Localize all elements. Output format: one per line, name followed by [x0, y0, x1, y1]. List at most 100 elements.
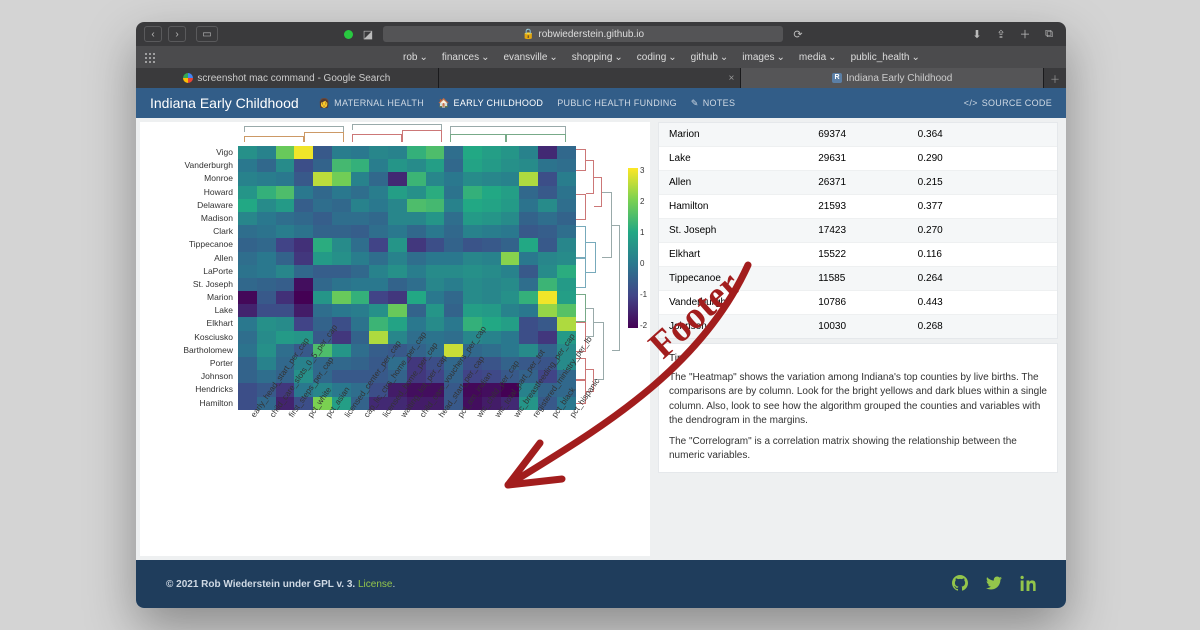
tip-paragraph: The "Heatmap" shows the variation among …	[669, 371, 1047, 429]
site-footer: © 2021 Rob Wiederstein under GPL v. 3. L…	[136, 560, 1066, 608]
share-icon[interactable]: ⇪	[992, 26, 1010, 42]
bookmark-item[interactable]: images ⌄	[742, 52, 785, 63]
heatmap-chart: VigoVanderburghMonroeHowardDelawareMadis…	[140, 122, 650, 556]
bookmark-item[interactable]: shopping ⌄	[572, 52, 623, 63]
dendrogram-right	[576, 146, 622, 410]
table-cell: 0.364	[918, 129, 1047, 140]
table-cell: 0.443	[918, 297, 1047, 308]
chevron-down-icon: ⌄	[777, 52, 785, 63]
nav-early-childhood[interactable]: 🏠EARLY CHILDHOOD	[438, 98, 543, 109]
window-maximize-button[interactable]	[344, 30, 353, 39]
table-cell: Marion	[669, 129, 818, 140]
table-cell: 15522	[818, 249, 917, 260]
github-icon[interactable]	[952, 575, 968, 594]
home-icon: 🏠	[438, 98, 450, 109]
chevron-down-icon: ⌄	[614, 52, 622, 63]
browser-tab[interactable]: ×	[439, 68, 742, 88]
table-cell: Elkhart	[669, 249, 818, 260]
table-row: Lake296310.290	[659, 146, 1057, 170]
license-link[interactable]: License	[358, 579, 392, 590]
favicon-google-icon	[183, 73, 193, 83]
heatmap-y-labels: VigoVanderburghMonroeHowardDelawareMadis…	[140, 146, 236, 410]
bookmark-item[interactable]: evansville ⌄	[503, 52, 557, 63]
chevron-down-icon: ⌄	[912, 52, 920, 63]
pencil-icon: ✎	[691, 98, 699, 109]
nav-public-health-funding[interactable]: PUBLIC HEALTH FUNDING	[557, 98, 677, 108]
chevron-down-icon: ⌄	[720, 52, 728, 63]
tip-box: Tip The "Heatmap" shows the variation am…	[658, 343, 1058, 473]
chevron-down-icon: ⌄	[828, 52, 836, 63]
lock-icon: 🔒	[522, 29, 534, 40]
colorbar-ticks: 3210-1-2	[640, 166, 647, 330]
nav-maternal-health[interactable]: 👩MATERNAL HEALTH	[319, 98, 424, 109]
table-cell: 0.268	[918, 321, 1047, 332]
tab-label: screenshot mac command - Google Search	[197, 73, 390, 84]
table-cell: 10786	[818, 297, 917, 308]
bookmark-item[interactable]: public_health ⌄	[851, 52, 920, 63]
chevron-down-icon: ⌄	[419, 52, 427, 63]
source-code-link[interactable]: </>SOURCE CODE	[964, 98, 1052, 108]
twitter-icon[interactable]	[986, 575, 1002, 594]
person-icon: 👩	[319, 98, 331, 109]
table-row: Marion693740.364	[659, 123, 1057, 146]
tip-paragraph: The "Correlogram" is a correlation matri…	[669, 435, 1047, 464]
table-cell: 69374	[818, 129, 917, 140]
url-host: robwiederstein.github.io	[538, 29, 644, 40]
code-icon: </>	[964, 98, 978, 108]
table-row: Vanderburgh107860.443	[659, 290, 1057, 314]
table-row: Johnson100300.268	[659, 314, 1057, 338]
table-cell: 0.264	[918, 273, 1047, 284]
bookmark-item[interactable]: finances ⌄	[442, 52, 490, 63]
table-cell: 0.270	[918, 225, 1047, 236]
privacy-shield-icon[interactable]: ◪	[359, 26, 377, 42]
colorbar	[628, 168, 638, 328]
browser-toolbar: ‹ › ▭ ◪ 🔒 robwiederstein.github.io ⟳ ⬇ ⇪…	[136, 22, 1066, 46]
nav-forward-button[interactable]: ›	[168, 26, 186, 42]
county-data-table: Marion693740.364Lake296310.290Allen26371…	[658, 122, 1058, 339]
table-cell: 0.290	[918, 153, 1047, 164]
table-cell: 21593	[818, 201, 917, 212]
table-cell: Tippecanoe	[669, 273, 818, 284]
reload-button[interactable]: ⟳	[789, 26, 807, 42]
new-tab-button[interactable]: ＋	[1044, 68, 1066, 88]
browser-tab[interactable]: screenshot mac command - Google Search	[136, 68, 439, 88]
bookmark-item[interactable]: coding ⌄	[637, 52, 677, 63]
tab-strip: screenshot mac command - Google Search ×…	[136, 68, 1066, 88]
site-title: Indiana Early Childhood	[150, 95, 299, 111]
dendrogram-top	[240, 122, 580, 144]
footer-copyright: © 2021 Rob Wiederstein under GPL v. 3. L…	[166, 579, 395, 590]
tip-title: Tip	[669, 352, 1047, 367]
table-cell: Allen	[669, 177, 818, 188]
download-icon[interactable]: ⬇	[968, 26, 986, 42]
sidebar-toggle-button[interactable]: ▭	[196, 26, 218, 42]
site-header: Indiana Early Childhood 👩MATERNAL HEALTH…	[136, 88, 1066, 118]
table-cell: Lake	[669, 153, 818, 164]
nav-back-button[interactable]: ‹	[144, 26, 162, 42]
bookmark-item[interactable]: media ⌄	[799, 52, 837, 63]
nav-notes[interactable]: ✎NOTES	[691, 98, 735, 109]
table-cell: Johnson	[669, 321, 818, 332]
chevron-down-icon: ⌄	[549, 52, 557, 63]
linkedin-icon[interactable]	[1020, 575, 1036, 594]
heatmap-x-labels: early_head_start_per_capchild_care_slots…	[238, 414, 578, 560]
table-cell: 17423	[818, 225, 917, 236]
address-bar[interactable]: 🔒 robwiederstein.github.io	[383, 26, 783, 42]
new-tab-button[interactable]: ＋	[1016, 26, 1034, 42]
tab-overview-button[interactable]: ⧉	[1040, 26, 1058, 42]
close-tab-icon[interactable]: ×	[729, 73, 735, 84]
table-row: Hamilton215930.377	[659, 194, 1057, 218]
browser-tab[interactable]: R Indiana Early Childhood	[741, 68, 1044, 88]
table-row: Allen263710.215	[659, 170, 1057, 194]
table-cell: 11585	[818, 273, 917, 284]
chevron-down-icon: ⌄	[481, 52, 489, 63]
chevron-down-icon: ⌄	[668, 52, 676, 63]
table-cell: Hamilton	[669, 201, 818, 212]
bookmarks-bar: rob ⌄ finances ⌄ evansville ⌄ shopping ⌄…	[136, 46, 1066, 68]
table-cell: 10030	[818, 321, 917, 332]
apps-grid-icon[interactable]	[144, 52, 155, 63]
table-row: Elkhart155220.116	[659, 242, 1057, 266]
table-cell: Vanderburgh	[669, 297, 818, 308]
bookmark-item[interactable]: rob ⌄	[403, 52, 428, 63]
bookmark-item[interactable]: github ⌄	[691, 52, 729, 63]
favicon-r-icon: R	[832, 73, 842, 83]
